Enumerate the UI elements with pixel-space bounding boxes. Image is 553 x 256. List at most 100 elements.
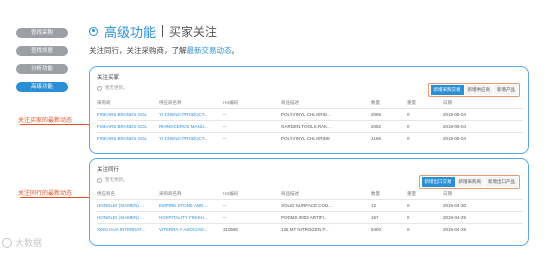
menu-item-advanced[interactable]: 高级功能	[16, 82, 68, 92]
info-icon	[97, 85, 102, 91]
annotation-buyers: 关注买家的最新动态	[18, 117, 73, 124]
col-header: HS编码	[223, 99, 239, 105]
buyer-cell[interactable]: VITERRA Y ASOCIAD...	[159, 222, 223, 235]
weight-cell: 0	[407, 198, 443, 211]
page-header: 高级功能 买家关注 关注同行，关注采购商，了解最新交易动态。	[89, 22, 543, 56]
buyers-tabs: 新增采购交易 新增供应商 新增产品	[427, 83, 520, 97]
weight-cell: 0	[407, 131, 443, 144]
radio-bullet-icon	[89, 26, 98, 36]
supplier-cell[interactable]: RHINOCEROS MANU...	[159, 119, 223, 132]
buyer-cell[interactable]: FISKARS BRANDS GOL	[97, 131, 159, 144]
buyer-cell[interactable]: FISKARS BRANDS GOL	[97, 119, 159, 132]
desc-cell: POLYVINYL CHLORID...	[281, 107, 371, 120]
qty-cell: 2052	[371, 119, 407, 132]
table-row[interactable]: FISKARS BRANDS GOL RHINOCEROS MANU... --…	[97, 119, 523, 132]
menu-item-analysis[interactable]: 分析功能	[16, 64, 68, 74]
desc-highlight: 最新交易动态	[186, 46, 232, 55]
info-icon	[97, 177, 102, 183]
annotation-line-buyers	[20, 124, 89, 125]
buyers-table: 采购商 供应商名称 HS编码 商品描述 数量 重量 日期 FISKARS BRA…	[97, 98, 523, 144]
table-row[interactable]: HONGLEI (XIAMEN) ... EMPIRE STONE AND ..…	[97, 198, 523, 211]
tab-new-products[interactable]: 新增产品	[494, 85, 518, 95]
col-header: 采购商名称	[159, 190, 182, 196]
qty-cell: 2056	[371, 107, 407, 120]
date-cell: 2019-05-04	[443, 131, 523, 144]
watermark: 大数据	[2, 236, 42, 249]
tab-new-export-products[interactable]: 新增出口产品	[485, 177, 518, 187]
supplier-cell[interactable]: YI-CHENG PRODUCT...	[159, 107, 223, 120]
panel-note: 暂无更新。	[97, 85, 128, 91]
table-row[interactable]: FISKARS BRANDS GOL YI-CHENG PRODUCT... -…	[97, 107, 523, 120]
buyers-panel: 关注买家 暂无更新。 新增采购交易 新增供应商 新增产品 采购商 供应商名称 H…	[89, 66, 529, 154]
date-cell: 2019-04-25	[443, 210, 523, 223]
buyer-cell[interactable]: EMPIRE STONE AND ...	[159, 198, 223, 211]
annotation-peers: 关注同行的最新动态	[18, 190, 73, 197]
annotation-line-peers	[20, 197, 89, 198]
col-header: HS编码	[223, 190, 239, 196]
weight-cell: 0	[407, 210, 443, 223]
watermark-text: 大数据	[15, 239, 43, 249]
desc-cell: PODMS 0002 ARTIFI...	[281, 210, 371, 223]
hs-cell: --	[223, 198, 281, 211]
weight-cell: 0	[407, 107, 443, 120]
col-header: 供应商名称	[159, 99, 182, 105]
col-header: 数量	[371, 190, 380, 196]
hs-cell: 310590	[223, 222, 281, 235]
col-header: 采购商	[97, 99, 111, 105]
date-cell: 2019-04-30	[443, 198, 523, 211]
col-header: 重量	[407, 99, 416, 105]
col-header: 日期	[443, 99, 452, 105]
col-header: 日期	[443, 190, 452, 196]
tab-new-purchases[interactable]: 新增采购交易	[430, 85, 464, 95]
qty-cell: 12	[371, 198, 407, 211]
peers-table: 供应商名 采购商名称 HS编码 商品描述 数量 重量 日期 HONGLEI (X…	[97, 189, 523, 235]
buyer-cell[interactable]: FISKARS BRANDS GOL	[97, 107, 159, 120]
date-cell: 2019-05-04	[443, 119, 523, 132]
watermark-logo-icon	[2, 237, 12, 248]
col-header: 商品描述	[281, 99, 299, 105]
desc-suffix: 。	[231, 46, 240, 55]
hs-cell: --	[223, 107, 281, 120]
panel-title: 关注买家	[97, 75, 120, 81]
title-divider	[162, 25, 164, 37]
col-header: 数量	[371, 99, 380, 105]
tab-new-exports[interactable]: 新增出口交易	[421, 177, 455, 187]
hs-cell: --	[223, 210, 281, 223]
supplier-cell[interactable]: YI-CHENG PRODUCT...	[159, 131, 223, 144]
qty-cell: 167	[371, 210, 407, 223]
table-row[interactable]: HONGLEI (XIAMEN) ... HOSPITALITY FINISH.…	[97, 210, 523, 223]
page-title: 高级功能	[104, 25, 157, 41]
col-header: 供应商名	[97, 190, 115, 196]
desc-text: 关注同行，关注采购商，了解	[89, 46, 187, 55]
note-text: 暂无更新。	[105, 86, 128, 91]
desc-cell: GARDEN TOOLS,RAK...	[281, 119, 371, 132]
desc-cell: 135 MT NITROGEN P...	[281, 222, 371, 235]
tab-new-buyers[interactable]: 新增采购商	[455, 177, 484, 187]
supplier-cell[interactable]: XING HUA INTERNAT...	[97, 222, 159, 235]
supplier-cell[interactable]: HONGLEI (XIAMEN) ...	[97, 210, 159, 223]
qty-cell: 5400	[371, 222, 407, 235]
supplier-cell[interactable]: HONGLEI (XIAMEN) ...	[97, 198, 159, 211]
menu-item-search-buyers[interactable]: 查找采购	[16, 28, 68, 38]
table-header: 采购商 供应商名称 HS编码 商品描述 数量 重量 日期	[97, 98, 523, 108]
hs-cell: --	[223, 131, 281, 144]
col-header: 商品描述	[281, 190, 299, 196]
tab-new-suppliers[interactable]: 新增供应商	[464, 85, 493, 95]
date-cell: 2019-04-25	[443, 222, 523, 235]
table-row[interactable]: FISKARS BRANDS GOL YI-CHENG PRODUCT... -…	[97, 131, 523, 144]
weight-cell: 0	[407, 222, 443, 235]
buyer-cell[interactable]: HOSPITALITY FINISH...	[159, 210, 223, 223]
panel-note: 暂无更新。	[97, 177, 128, 183]
panel-title: 关注同行	[97, 167, 120, 173]
desc-cell: SOLID SURFACE COU...	[281, 198, 371, 211]
peers-tabs: 新增出口交易 新增采购商 新增出口产品	[418, 175, 520, 189]
table-row[interactable]: XING HUA INTERNAT... VITERRA Y ASOCIAD..…	[97, 222, 523, 235]
hs-cell: --	[223, 119, 281, 132]
qty-cell: 2166	[371, 131, 407, 144]
date-cell: 2019-05-04	[443, 107, 523, 120]
menu-item-search-neighbors[interactable]: 查找邻居	[16, 46, 68, 56]
side-menu: 查找采购 查找邻居 分析功能 高级功能	[16, 28, 68, 100]
col-header: 重量	[407, 190, 416, 196]
page-subtitle: 买家关注	[169, 24, 218, 39]
table-header: 供应商名 采购商名称 HS编码 商品描述 数量 重量 日期	[97, 189, 523, 199]
